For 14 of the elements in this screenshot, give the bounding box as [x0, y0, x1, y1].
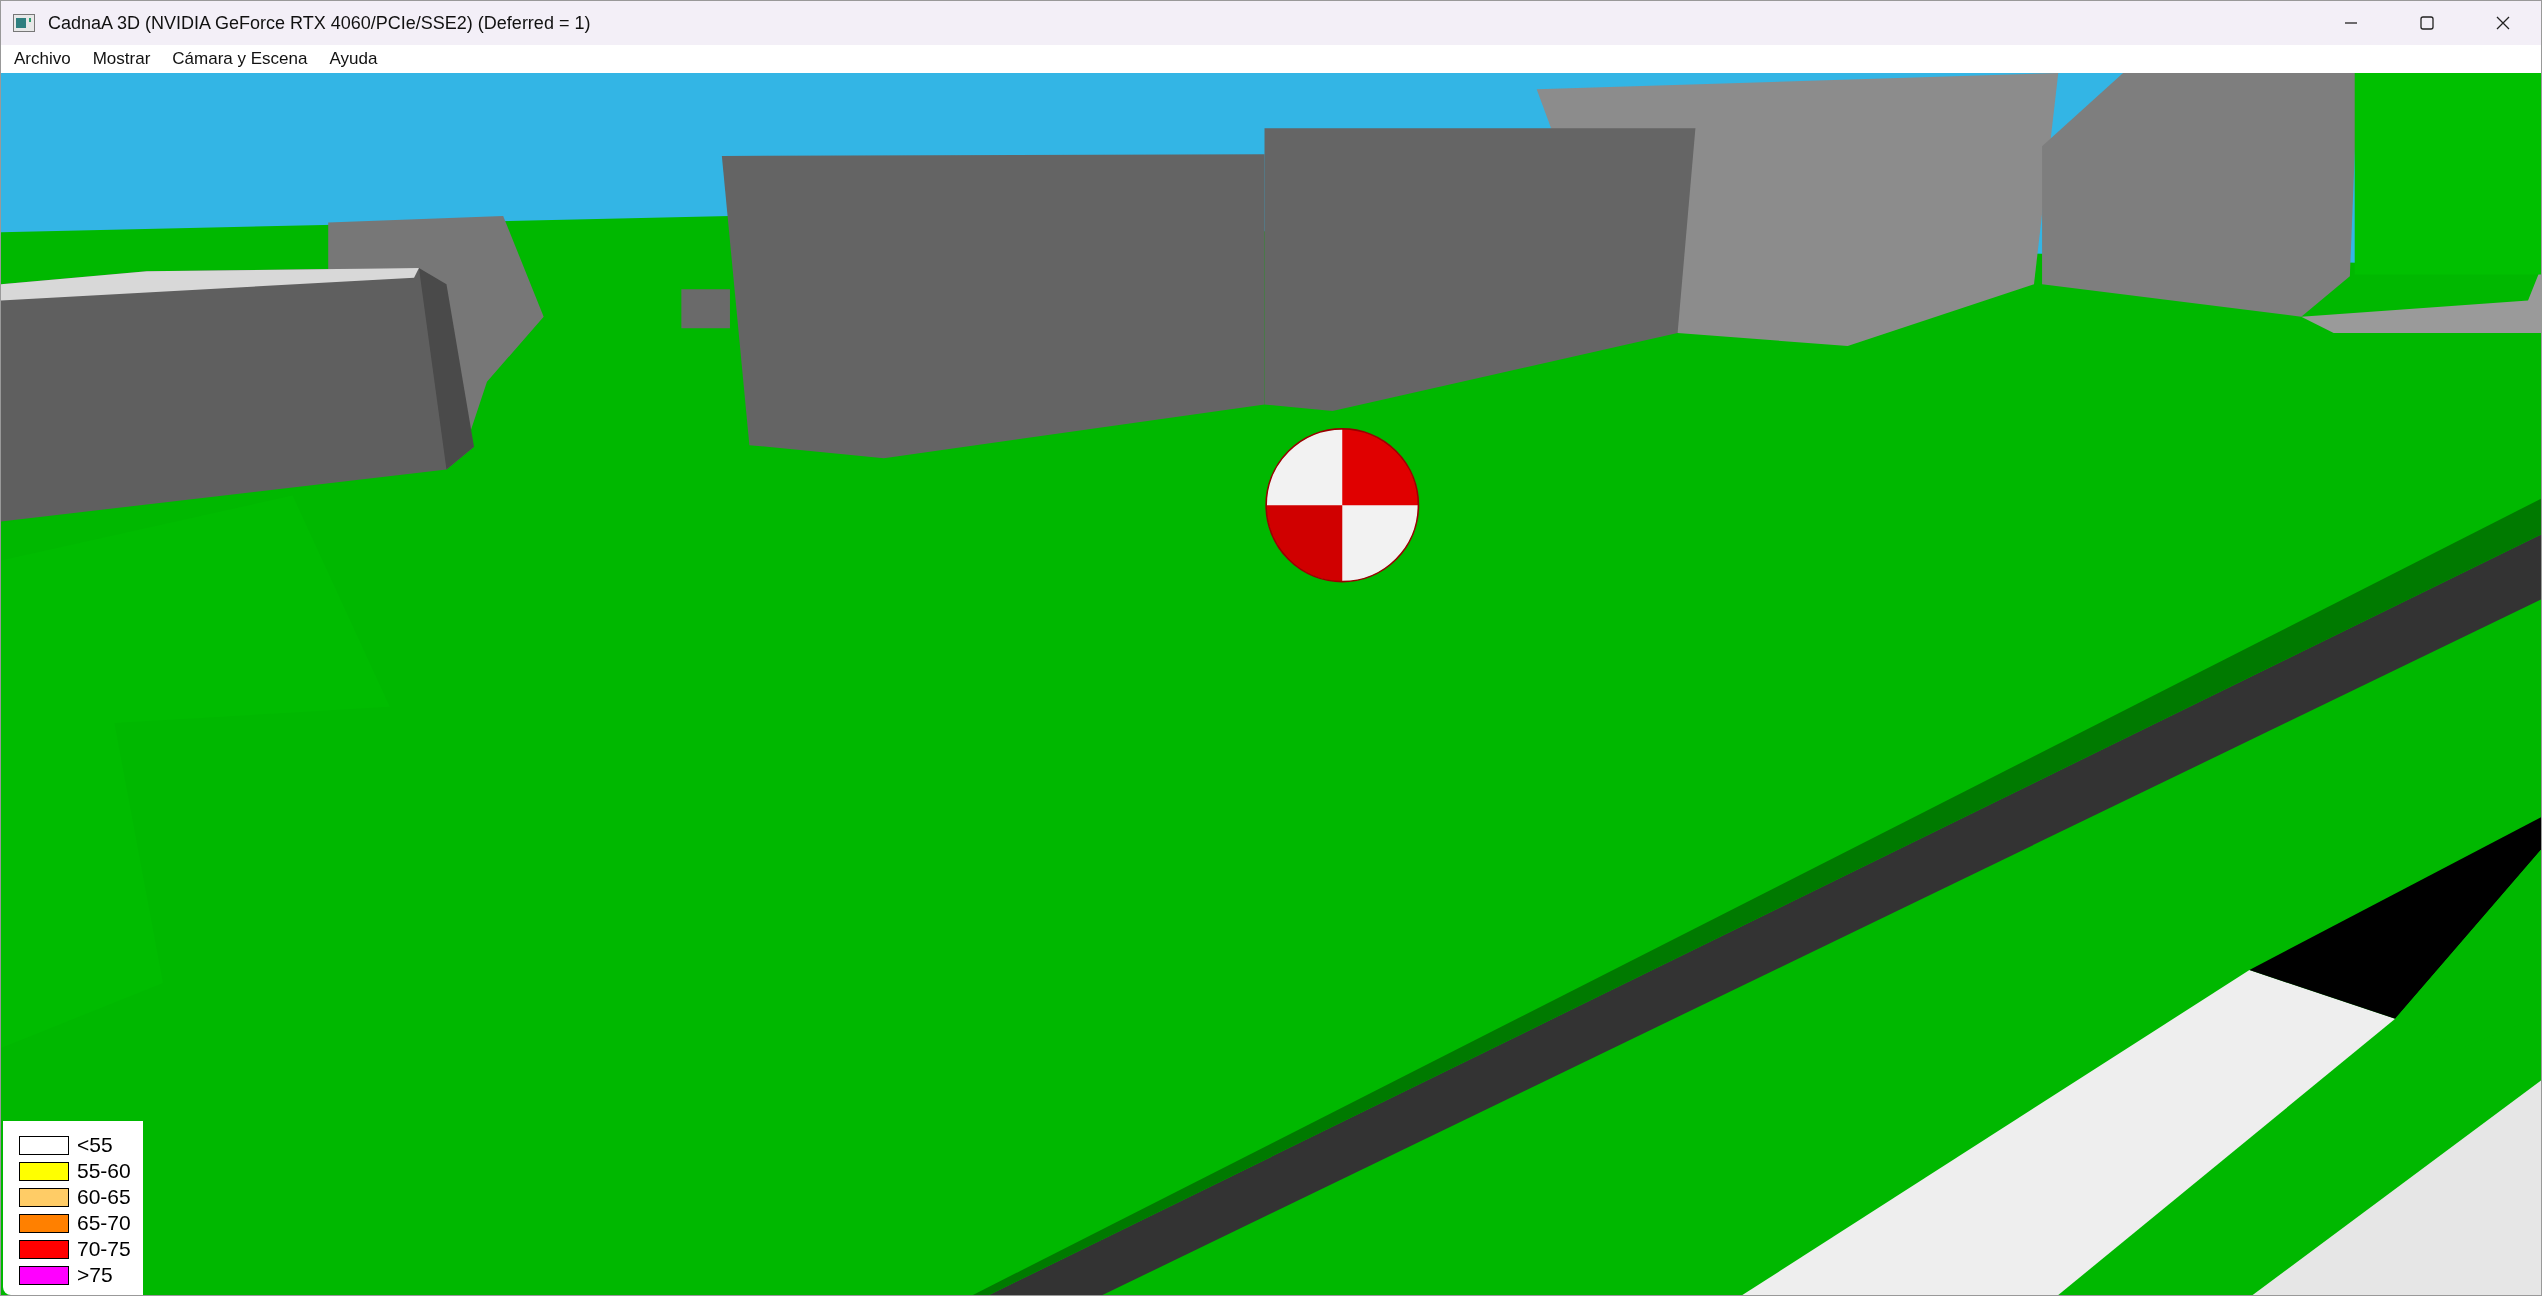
menu-item[interactable]: Archivo: [14, 49, 71, 69]
legend-label: 60-65: [77, 1187, 131, 1207]
menu-item[interactable]: Mostrar: [92, 49, 151, 69]
legend-label: 55-60: [77, 1161, 131, 1181]
app-icon: [13, 14, 35, 32]
legend-label: 70-75: [77, 1239, 131, 1259]
menu-item[interactable]: Cámara y Escena: [172, 49, 308, 69]
legend-label: <55: [77, 1135, 113, 1155]
legend-label: >75: [77, 1265, 113, 1285]
menu-item[interactable]: Ayuda: [329, 49, 378, 69]
window-title: CadnaA 3D (NVIDIA GeForce RTX 4060/PCIe/SSE2) (Deferred = 1): [48, 12, 591, 34]
legend-label: 65-70: [77, 1213, 131, 1233]
minimize-icon: [2345, 22, 2357, 24]
maximize-icon: [2417, 13, 2437, 33]
